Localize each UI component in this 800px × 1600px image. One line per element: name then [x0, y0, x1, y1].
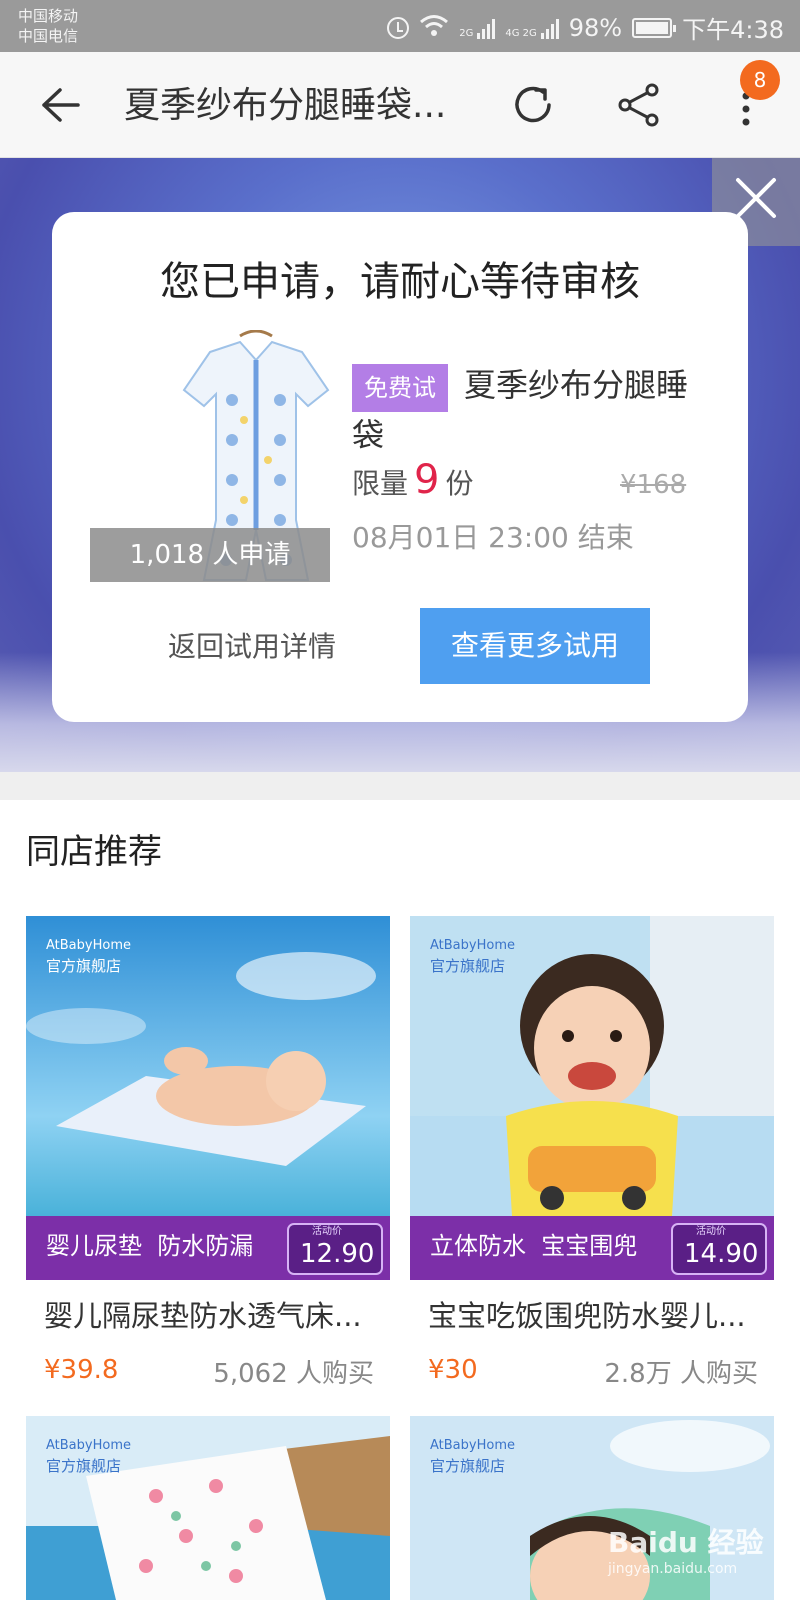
brand-name: AtBabyHome: [430, 938, 515, 953]
product-card[interactable]: AtBabyHome 官方旗舰店 立体防水 宝宝围兜 活动价 14.90 宝宝吃…: [410, 916, 774, 1389]
status-icons: 2G 4G 2G 98% 下午4:38: [387, 10, 784, 45]
end-time: 08月01日 23:00 结束: [352, 521, 634, 554]
quota-suffix: 份: [445, 467, 474, 500]
quota-info: 限量 9 份: [352, 460, 473, 504]
application-dialog: 您已申请，请耐心等待审核 1,018 人申请 夏季纱布分腿睡袋 免费试 限量 9 份…: [52, 212, 748, 722]
wifi-icon: [419, 13, 449, 43]
sold-count: 2.8万 人购买: [604, 1359, 758, 1389]
sold-count: 5,062 人购买: [213, 1359, 374, 1389]
watermark-url: jingyan.baidu.com: [608, 1561, 738, 1577]
watermark: Baidu 经验 jingyan.baidu.com: [608, 1526, 788, 1592]
product-card[interactable]: AtBabyHome 官方旗舰店 婴儿尿垫 防水防漏 活动价 12.90 婴儿隔…: [26, 916, 390, 1389]
page-title: 夏季纱布分腿睡袋...: [124, 85, 447, 126]
free-trial-tag: 免费试: [352, 364, 448, 412]
refresh-icon[interactable]: [510, 82, 556, 128]
promo-price: 12.90: [300, 1239, 375, 1269]
product-name: 婴儿隔尿垫防水透气床...: [44, 1299, 362, 1333]
alarm-icon: [387, 16, 410, 39]
title-bar: 夏季纱布分腿睡袋... 8: [0, 52, 800, 158]
store-name: 官方旗舰店: [46, 1457, 122, 1475]
promo-price: 14.90: [684, 1239, 759, 1269]
product-thumbnail[interactable]: AtBabyHome 官方旗舰店: [26, 1416, 390, 1600]
product-price: ¥39.8: [44, 1355, 119, 1385]
original-price: ¥168: [620, 470, 687, 500]
promo-label: 活动价: [312, 1226, 342, 1237]
share-icon[interactable]: [616, 82, 662, 128]
back-to-detail-button[interactable]: 返回试用详情: [152, 622, 352, 672]
battery-icon: [632, 17, 677, 38]
carrier-2: 中国电信: [18, 27, 79, 45]
brand-name: AtBabyHome: [46, 938, 131, 953]
signal-icon: 2G: [459, 17, 496, 39]
brand-name: AtBabyHome: [46, 1438, 131, 1453]
section-title: 同店推荐: [26, 832, 162, 872]
product-price: ¥30: [428, 1355, 478, 1385]
promo-label: 活动价: [696, 1226, 726, 1237]
signal-icon-2: 4G 2G: [505, 17, 559, 39]
battery-percent: 98%: [568, 13, 623, 42]
store-name: 官方旗舰店: [46, 957, 122, 975]
product-thumbnail[interactable]: AtBabyHome 官方旗舰店 立体防水 宝宝围兜 活动价 14.90: [410, 916, 774, 1280]
product-name: 宝宝吃饭围兜防水婴儿...: [428, 1299, 746, 1333]
brand-name: AtBabyHome: [430, 1438, 515, 1453]
store-name: 官方旗舰店: [430, 957, 506, 975]
status-bar: 中国移动 中国电信 2G 4G 2G 98% 下午4:38: [0, 0, 800, 52]
section-divider: [0, 772, 800, 800]
network-type: 2G: [459, 27, 474, 39]
banner-text: 立体防水 宝宝围兜: [430, 1232, 638, 1260]
carrier-1: 中国移动: [18, 7, 79, 25]
product-card[interactable]: AtBabyHome 官方旗舰店: [26, 1416, 390, 1600]
product-thumbnail[interactable]: AtBabyHome 官方旗舰店 婴儿尿垫 防水防漏 活动价 12.90: [26, 916, 390, 1280]
carrier-info: 中国移动 中国电信: [18, 6, 78, 46]
quota-prefix: 限量: [352, 467, 409, 500]
store-name: 官方旗舰店: [430, 1457, 506, 1475]
dialog-title: 您已申请，请耐心等待审核: [160, 259, 640, 305]
quota-value: 9: [414, 457, 440, 503]
clock: 下午4:38: [682, 16, 784, 44]
network-type-2: 4G 2G: [505, 27, 537, 39]
applicants-count: 1,018 人申请: [90, 528, 330, 582]
banner-text: 婴儿尿垫 防水防漏: [46, 1232, 254, 1260]
back-arrow-icon[interactable]: [40, 88, 80, 122]
watermark-logo: Baidu 经验: [608, 1526, 764, 1559]
view-more-trials-button[interactable]: 查看更多试用: [420, 608, 650, 684]
notification-badge: 8: [740, 60, 780, 100]
